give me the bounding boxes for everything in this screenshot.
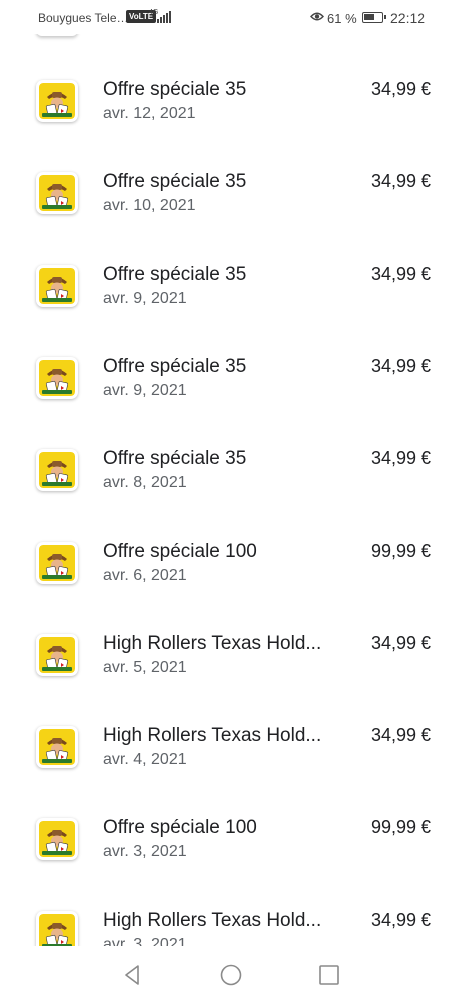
purchase-price: 34,99 €	[370, 632, 431, 653]
app-icon	[39, 821, 75, 858]
app-icon	[39, 452, 75, 489]
purchase-price: 34,99 €	[370, 725, 431, 746]
purchase-title: High Rollers Texas Hold...	[103, 725, 322, 747]
purchase-row[interactable]: Offre spéciale 35 avr. 9, 2021 34,99 €	[0, 341, 462, 433]
clock: 22:12	[390, 10, 426, 26]
purchase-row[interactable]: Offre spéciale 35 avr. 10, 2021 34,99 €	[0, 156, 462, 248]
purchase-price: 34,99 €	[370, 263, 431, 284]
app-icon	[39, 636, 75, 673]
purchase-price: 34,99 €	[370, 171, 431, 192]
battery-icon	[362, 12, 386, 23]
signal-icon	[157, 10, 171, 23]
carrier-name: Bouygues Tele…	[38, 11, 129, 25]
purchase-row[interactable]: Offre spéciale 35 avr. 12, 2021 34,99 €	[0, 64, 462, 156]
purchase-history-list[interactable]: Offre spéciale 35 avr. 12, 2021 34,99 € …	[0, 34, 462, 946]
purchase-row[interactable]: Offre spéciale 100 avr. 3, 2021 99,99 €	[0, 802, 462, 894]
app-icon	[39, 175, 75, 212]
app-icon	[39, 83, 75, 119]
app-icon-frame	[36, 264, 78, 307]
purchase-row[interactable]: High Rollers Texas Hold... avr. 4, 2021 …	[0, 710, 462, 802]
app-icon-frame	[36, 449, 78, 492]
purchase-date: avr. 6, 2021	[103, 566, 187, 584]
purchase-row[interactable]: Offre spéciale 35 avr. 9, 2021 34,99 €	[0, 249, 462, 341]
purchase-row[interactable]: Offre spéciale 35 avr. 8, 2021 34,99 €	[0, 433, 462, 525]
app-icon-frame	[36, 910, 78, 946]
home-icon[interactable]	[219, 963, 243, 987]
back-icon[interactable]	[120, 963, 144, 987]
purchase-date: avr. 5, 2021	[103, 658, 187, 676]
app-icon	[39, 913, 75, 946]
recents-icon[interactable]	[317, 963, 341, 987]
app-icon-frame	[36, 80, 78, 122]
purchase-row[interactable]: Offre spéciale 100 avr. 6, 2021 99,99 €	[0, 526, 462, 618]
eye-comfort-icon	[310, 12, 324, 21]
purchase-title: Offre spéciale 100	[103, 540, 257, 562]
purchase-date: avr. 8, 2021	[103, 474, 187, 492]
purchase-date: avr. 12, 2021	[103, 105, 196, 122]
purchase-title: High Rollers Texas Hold...	[103, 632, 322, 654]
purchase-title: Offre spéciale 35	[103, 448, 247, 470]
purchase-date: avr. 4, 2021	[103, 751, 187, 769]
purchase-date: avr. 10, 2021	[103, 197, 196, 215]
purchase-row[interactable]: High Rollers Texas Hold... avr. 3, 2021 …	[0, 895, 462, 946]
purchase-date: avr. 3, 2021	[103, 935, 187, 946]
purchase-date: avr. 9, 2021	[103, 381, 187, 399]
purchase-price: 99,99 €	[370, 540, 431, 561]
purchase-price: 34,99 €	[370, 355, 431, 376]
purchase-date: avr. 9, 2021	[103, 289, 187, 307]
purchase-title: Offre spéciale 35	[103, 171, 247, 193]
partial-app-icon	[36, 34, 78, 36]
app-icon-frame	[36, 541, 78, 584]
navigation-bar	[0, 946, 462, 1000]
app-icon-frame	[36, 172, 78, 215]
purchase-title: Offre spéciale 35	[103, 79, 247, 100]
status-bar: Bouygues Tele… VoLTE 4G 61 % 22:12	[0, 0, 462, 34]
purchase-price: 34,99 €	[370, 79, 431, 99]
purchase-title: Offre spéciale 100	[103, 817, 257, 839]
purchase-row[interactable]: High Rollers Texas Hold... avr. 5, 2021 …	[0, 618, 462, 710]
app-icon	[39, 267, 75, 304]
app-icon	[39, 544, 75, 581]
purchase-price: 34,99 €	[370, 909, 431, 930]
app-icon	[39, 729, 75, 766]
app-icon-frame	[36, 726, 78, 769]
app-icon-frame	[36, 818, 78, 861]
app-icon-frame	[36, 356, 78, 399]
app-icon-frame	[36, 633, 78, 676]
app-icon	[39, 359, 75, 396]
purchase-price: 34,99 €	[370, 448, 431, 469]
purchase-title: Offre spéciale 35	[103, 263, 247, 285]
battery-percent: 61 %	[327, 11, 357, 26]
purchase-date: avr. 3, 2021	[103, 843, 187, 861]
purchase-title: Offre spéciale 35	[103, 355, 247, 377]
purchase-price: 99,99 €	[370, 817, 431, 838]
purchase-title: High Rollers Texas Hold...	[103, 909, 322, 931]
